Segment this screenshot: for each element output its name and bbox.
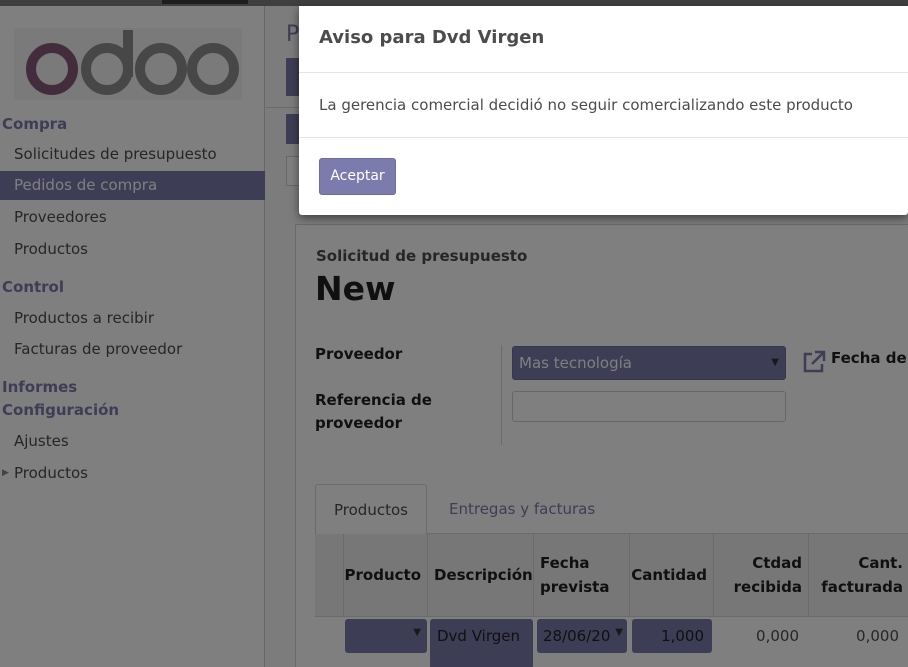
dialog-footer-divider — [299, 137, 908, 138]
dialog-title: Aviso para Dvd Virgen — [319, 27, 545, 48]
dialog-header-divider — [299, 72, 908, 73]
dialog-message: La gerencia comercial decidió no seguir … — [319, 96, 853, 114]
accept-button[interactable]: Aceptar — [319, 158, 396, 195]
warning-dialog: Aviso para Dvd Virgen La gerencia comerc… — [299, 6, 908, 215]
top-bar-segment — [162, 0, 248, 4]
